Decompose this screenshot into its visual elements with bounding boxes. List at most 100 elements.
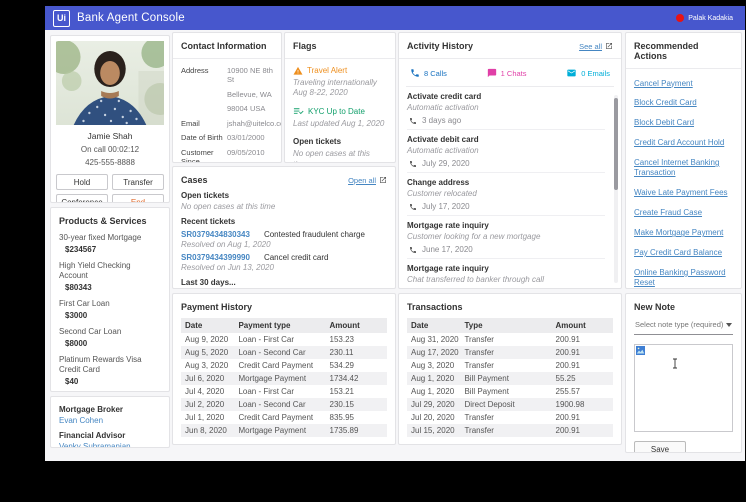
contact-value: 98004 USA xyxy=(227,104,266,113)
see-all-link[interactable]: See all xyxy=(579,42,613,51)
ticket-id-link[interactable]: SR0379434830343 xyxy=(181,230,250,239)
app-title: Bank Agent Console xyxy=(77,12,185,24)
product-item[interactable]: 30-year fixed Mortgage $234567 xyxy=(59,233,161,254)
travel-alert-desc: Traveling internationally Aug 8-22, 2020 xyxy=(293,78,377,98)
transactions-table-body: Aug 31, 2020 Transfer 200.91 Aug 17, 202… xyxy=(407,333,613,437)
product-item[interactable]: First Car Loan $3000 xyxy=(59,299,161,320)
caller-card: Jamie Shah On call 00:02:12 425-555-8888… xyxy=(50,35,170,203)
open-all-label[interactable]: Open all xyxy=(348,176,376,185)
transactions-more-link[interactable]: More xyxy=(407,443,425,444)
transaction-row: Aug 1, 2020 Bill Payment 255.57 xyxy=(407,385,613,398)
ticket-id-link[interactable]: SR0379434399990 xyxy=(181,253,250,262)
note-type-select[interactable]: Select note type (required) xyxy=(634,312,733,335)
kyc-checklist-icon xyxy=(293,108,304,114)
transaction-amount: 55.25 xyxy=(555,374,576,383)
activity-entry-date: June 17, 2020 xyxy=(422,288,473,289)
payments-more-link[interactable]: More xyxy=(181,443,199,444)
last-30-days-label: Last 30 days... xyxy=(181,278,236,287)
advisor-item: Mortgage Broker Evan Cohen xyxy=(59,405,161,425)
recommended-action-link[interactable]: Cancel Payment xyxy=(634,79,733,89)
transaction-row: Aug 1, 2020 Bill Payment 55.25 xyxy=(407,372,613,385)
payment-amount: 534.29 xyxy=(329,361,354,370)
product-item[interactable]: Platinum Rewards Visa Credit Card $40 xyxy=(59,355,161,386)
activity-entry: Activate debit card Automatic activation… xyxy=(407,130,605,173)
transactions-panel: Transactions Date Type Amount Aug 31, 2020… xyxy=(398,293,622,445)
transaction-type: Transfer xyxy=(464,361,494,370)
activity-scrollbar-track[interactable] xyxy=(614,95,618,283)
payment-amount: 230.11 xyxy=(329,348,354,357)
customer-photo xyxy=(56,41,164,125)
transaction-row: Aug 31, 2020 Transfer 200.91 xyxy=(407,333,613,346)
calls-count: 8 Calls xyxy=(424,68,447,78)
phone-icon xyxy=(410,160,416,167)
transaction-date: Aug 17, 2020 xyxy=(411,348,459,357)
transaction-date: Aug 1, 2020 xyxy=(411,374,455,383)
transaction-amount: 200.91 xyxy=(555,348,580,357)
product-item[interactable]: Second Car Loan $8000 xyxy=(59,327,161,348)
recommended-action-link[interactable]: Block Credit Card xyxy=(634,98,733,108)
open-all-link[interactable]: Open all xyxy=(348,176,387,185)
new-note-title: New Note xyxy=(634,302,676,312)
recommended-action-link[interactable]: Create Fraud Case xyxy=(634,208,733,218)
payment-date: Aug 3, 2020 xyxy=(185,361,229,370)
transfer-button[interactable]: Transfer xyxy=(112,174,164,190)
recommended-action-link[interactable]: Online Banking Password Reset xyxy=(634,268,733,288)
ticket-desc: Contested fraudulent charge xyxy=(263,230,365,239)
save-note-button[interactable]: Save xyxy=(634,441,686,452)
product-name: Platinum Rewards Visa Credit Card xyxy=(59,355,142,374)
transactions-title: Transactions xyxy=(407,302,463,312)
payment-date: Jun 8, 2020 xyxy=(185,426,227,435)
open-tickets-label: Open tickets xyxy=(181,191,230,200)
advisor-name-link[interactable]: Evan Cohen xyxy=(59,416,161,425)
divider xyxy=(285,58,395,59)
payment-history-title: Payment History xyxy=(181,302,253,312)
contact-row: Date of Birth 03/01/2000 xyxy=(181,133,273,142)
recommended-action-link[interactable]: Make Mortgage Payment xyxy=(634,228,733,238)
see-all-label[interactable]: See all xyxy=(579,42,602,51)
activity-entry-desc: Chat transferred to banker through call xyxy=(407,275,544,284)
product-item[interactable]: High Yield Checking Account $80343 xyxy=(59,261,161,292)
payment-date: Aug 9, 2020 xyxy=(185,335,229,344)
product-balance: $3000 xyxy=(65,311,88,320)
divider xyxy=(173,58,281,59)
warning-triangle-icon xyxy=(293,66,303,75)
travel-alert-label: Travel Alert xyxy=(307,66,348,75)
recommended-action-link[interactable]: Waive Late Payment Fees xyxy=(634,188,733,198)
activity-entry-title: Activate credit card xyxy=(407,92,482,101)
activity-scrollbar-thumb[interactable] xyxy=(614,98,618,190)
conference-button[interactable]: Conference xyxy=(56,194,108,202)
products-services-panel: Products & Services 30-year fixed Mortga… xyxy=(50,207,170,392)
advisor-role: Mortgage Broker xyxy=(59,405,124,414)
payment-table-body: Aug 9, 2020 Loan - First Car 153.23 Aug … xyxy=(181,333,387,437)
note-text-input[interactable] xyxy=(634,344,733,432)
advisor-name-link[interactable]: Venky Subramanian xyxy=(59,442,161,447)
transaction-type: Bill Payment xyxy=(464,374,509,383)
product-balance: $80343 xyxy=(65,283,92,292)
payment-type: Loan - First Car xyxy=(238,335,295,344)
payment-type: Loan - First Car xyxy=(238,387,295,396)
payment-row: Jul 1, 2020 Credit Card Payment 835.95 xyxy=(181,411,387,424)
recommended-action-link[interactable]: Cancel Internet Banking Transaction xyxy=(634,158,733,179)
recommended-action-link[interactable]: Pay Credit Card Balance xyxy=(634,248,733,258)
end-call-button[interactable]: End xyxy=(112,194,164,202)
transaction-row: Aug 3, 2020 Transfer 200.91 xyxy=(407,359,613,372)
app-header: Ui Bank Agent Console Palak Kadakia xyxy=(45,6,745,30)
recommended-action-link[interactable]: Block Debit Card xyxy=(634,118,733,128)
logged-in-user[interactable]: Palak Kadakia xyxy=(676,14,733,22)
activity-entry-date: July 29, 2020 xyxy=(422,159,470,168)
column-header: Type xyxy=(464,321,483,330)
activity-entry-desc: Automatic activation xyxy=(407,146,479,155)
activity-entry-date: June 17, 2020 xyxy=(422,245,473,254)
payment-date: Jul 6, 2020 xyxy=(185,374,225,383)
transaction-amount: 255.57 xyxy=(555,387,580,396)
kyc-label: KYC Up to Date xyxy=(308,106,365,116)
advisors-panel: Mortgage Broker Evan Cohen Financial Adv… xyxy=(50,396,170,448)
recommended-action-link[interactable]: Credit Card Account Hold xyxy=(634,138,733,148)
phone-icon xyxy=(410,117,416,124)
product-name: 30-year fixed Mortgage xyxy=(59,233,142,242)
payment-date: Jul 2, 2020 xyxy=(185,400,225,409)
hold-button[interactable]: Hold xyxy=(56,174,108,190)
payment-type: Loan - Second Car xyxy=(238,400,306,409)
product-balance: $234567 xyxy=(65,245,97,254)
flags-open-tickets-label: Open tickets xyxy=(293,137,342,147)
